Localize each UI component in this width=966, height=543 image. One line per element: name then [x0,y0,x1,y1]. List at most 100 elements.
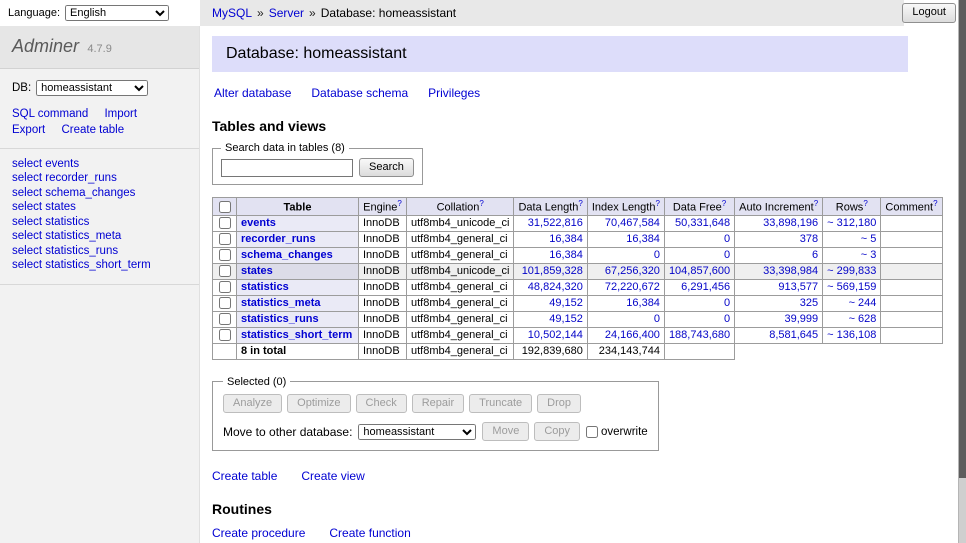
row-checkbox[interactable] [219,249,231,261]
move-button[interactable]: Copy [534,422,580,441]
database-nav-link[interactable]: Alter database [214,86,291,100]
search-button[interactable]: Search [359,158,414,177]
row-checkbox[interactable] [219,329,231,341]
sidebar: Adminer 4.7.9 DB: homeassistant SQL comm… [0,26,200,543]
selected-action-button[interactable]: Check [356,394,407,413]
sidebar-link-import[interactable]: Import [104,108,137,120]
rows-count-cell[interactable]: ~ 299,833 [823,263,881,279]
table-row: statistics InnoDB utf8mb4_general_ci 48,… [213,279,943,295]
table-row: events InnoDB utf8mb4_unicode_ci 31,522,… [213,215,943,231]
row-checkbox[interactable] [219,233,231,245]
column-header-label: Data Free [673,202,722,214]
collation-cell: utf8mb4_general_ci [407,327,514,343]
row-checkbox[interactable] [219,313,231,325]
rows-count-cell[interactable]: ~ 569,159 [823,279,881,295]
tables-overview-table: Table Engine? Collation? Data Length? In… [212,197,943,360]
column-help-link[interactable]: ? [578,199,582,208]
engine-cell: InnoDB [359,327,407,343]
create-link[interactable]: Create view [301,469,364,483]
table-name-link[interactable]: schema_changes [241,249,333,261]
rows-count-cell[interactable]: ~ 136,108 [823,327,881,343]
table-name-link[interactable]: states [241,265,273,277]
sidebar-table-item: select recorder_runs [12,172,187,187]
create-link[interactable]: Create table [212,469,277,483]
rows-count-cell[interactable]: ~ 244 [823,295,881,311]
search-input[interactable] [221,159,353,177]
language-select[interactable]: English [65,5,169,21]
sidebar-table-link[interactable]: select states [12,201,76,216]
comment-cell [881,215,942,231]
table-row: states InnoDB utf8mb4_unicode_ci 101,859… [213,263,943,279]
rows-count-cell[interactable]: ~ 5 [823,231,881,247]
table-name-link[interactable]: statistics [241,281,289,293]
sidebar-table-link[interactable]: select statistics [12,215,89,230]
app-logo[interactable]: Adminer [12,36,79,56]
selected-action-button[interactable]: Repair [412,394,464,413]
routine-create-link[interactable]: Create function [329,526,410,540]
selected-action-button[interactable]: Drop [537,394,581,413]
breadcrumb-link-server[interactable]: Server [269,6,304,20]
column-help-link[interactable]: ? [814,199,818,208]
move-button[interactable]: Move [482,422,529,441]
move-db-select[interactable]: homeassistant [358,424,476,440]
sidebar-link-sql-command[interactable]: SQL command [12,108,88,120]
collation-cell: utf8mb4_general_ci [407,311,514,327]
vertical-scrollbar[interactable] [958,0,966,543]
column-help-link[interactable]: ? [655,199,659,208]
selected-action-button[interactable]: Optimize [287,394,350,413]
rows-count-cell[interactable]: ~ 312,180 [823,215,881,231]
total-label: 8 in total [237,343,359,359]
row-checkbox[interactable] [219,297,231,309]
logout-button[interactable]: Logout [902,3,956,22]
selected-action-button[interactable]: Analyze [223,394,282,413]
row-checkbox[interactable] [219,217,231,229]
routines-links: Create procedure Create function [212,526,966,540]
engine-cell: InnoDB [359,279,407,295]
auto-increment-cell: 8,581,645 [735,327,823,343]
rows-count-cell[interactable]: ~ 628 [823,311,881,327]
engine-cell: InnoDB [359,215,407,231]
sidebar-link-export[interactable]: Export [12,124,45,136]
sidebar-link-create-table[interactable]: Create table [61,124,124,136]
selected-actions: Analyze Optimize Check Repair Truncate Drop [223,394,648,413]
column-help-link[interactable]: ? [933,199,937,208]
scrollbar-thumb[interactable] [959,0,966,478]
column-help-link[interactable]: ? [479,199,483,208]
selected-action-button[interactable]: Truncate [469,394,532,413]
tables-heading: Tables and views [212,118,966,134]
column-help-link[interactable]: ? [863,199,867,208]
table-name-link[interactable]: events [241,217,276,229]
sidebar-table-link[interactable]: select statistics_meta [12,230,121,245]
row-checkbox[interactable] [219,281,231,293]
database-nav-link[interactable]: Database schema [311,86,408,100]
index-length-cell: 0 [587,311,664,327]
sidebar-table-link[interactable]: select schema_changes [12,186,135,201]
overwrite-checkbox[interactable] [586,426,598,438]
row-checkbox-cell [213,327,237,343]
sidebar-table-link[interactable]: select recorder_runs [12,172,117,187]
table-name-link[interactable]: statistics_runs [241,313,319,325]
db-select[interactable]: homeassistant [36,80,148,96]
language-bar: Language: English [0,0,200,26]
sidebar-table-link[interactable]: select statistics_runs [12,244,118,259]
data-free-cell: 50,331,648 [664,215,734,231]
move-buttons: Move Copy [482,422,580,441]
column-help-link[interactable]: ? [397,199,401,208]
table-name-cell: events [237,215,359,231]
table-total-row: 8 in total InnoDB utf8mb4_general_ci 192… [213,343,943,359]
table-name-link[interactable]: recorder_runs [241,233,316,245]
table-name-link[interactable]: statistics_meta [241,297,321,309]
sidebar-table-link[interactable]: select events [12,157,79,172]
breadcrumb-link-mysql[interactable]: MySQL [212,6,252,20]
index-length-cell: 16,384 [587,231,664,247]
rows-count-cell[interactable]: ~ 3 [823,247,881,263]
table-name-link[interactable]: statistics_short_term [241,329,352,341]
breadcrumb-current: Database: homeassistant [321,6,456,20]
row-checkbox[interactable] [219,265,231,277]
select-all-checkbox[interactable] [219,201,231,213]
database-nav-link[interactable]: Privileges [428,86,480,100]
column-help-link[interactable]: ? [722,199,726,208]
column-header-label: Rows [836,202,864,214]
sidebar-table-link[interactable]: select statistics_short_term [12,259,151,274]
routine-create-link[interactable]: Create procedure [212,526,305,540]
